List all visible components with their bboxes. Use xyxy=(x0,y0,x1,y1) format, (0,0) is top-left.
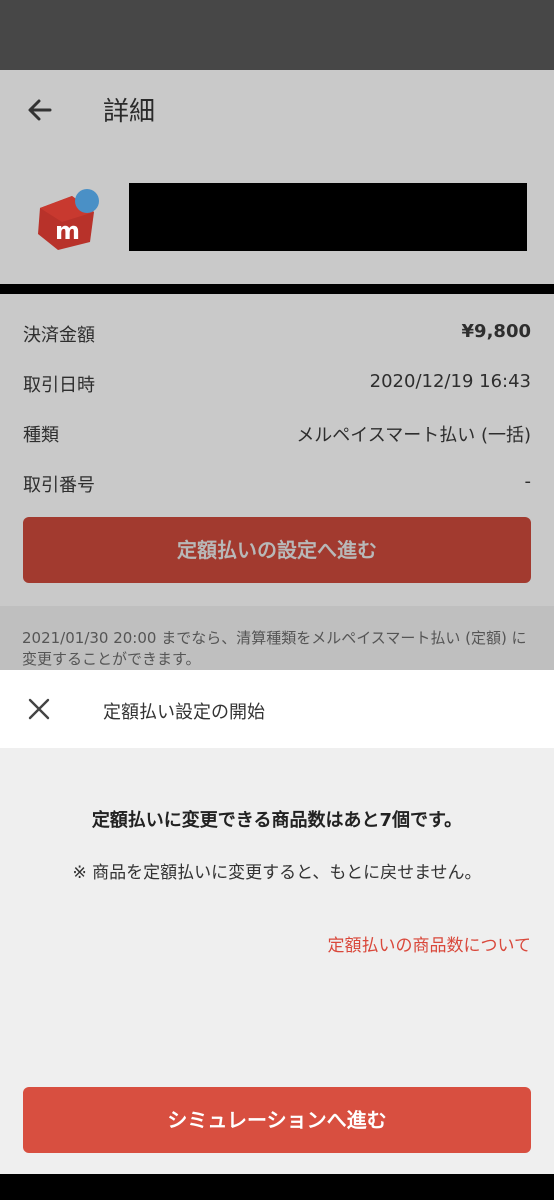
fixed-payment-settings-button[interactable]: 定額払いの設定へ進む xyxy=(23,517,531,583)
transaction-id-label: 取引番号 xyxy=(23,475,95,496)
navigation-bar xyxy=(0,1174,554,1200)
type-value: メルペイスマート払い (一括) xyxy=(296,425,531,446)
detail-row-datetime: 取引日時 2020/12/19 16:43 xyxy=(23,371,531,401)
change-deadline-notice: 2021/01/30 20:00 までなら、清算種類をメルペイスマート払い (定… xyxy=(0,606,554,670)
simulation-button[interactable]: シミュレーションへ進む xyxy=(23,1087,531,1153)
amount-label: 決済金額 xyxy=(23,325,95,346)
close-icon[interactable] xyxy=(27,697,51,721)
amount-value: ¥9,800 xyxy=(461,321,531,342)
page-title: 詳細 xyxy=(103,97,156,127)
detail-row-amount: 決済金額 ¥9,800 xyxy=(23,321,531,351)
transaction-details: 決済金額 ¥9,800 取引日時 2020/12/19 16:43 種類 メルペ… xyxy=(0,294,554,606)
mercari-logo-icon: m xyxy=(38,189,99,250)
transaction-id-value: - xyxy=(524,471,532,492)
item-count-info-link[interactable]: 定額払いの商品数について xyxy=(328,931,532,956)
sheet-title: 定額払い設定の開始 xyxy=(103,702,265,723)
type-label: 種類 xyxy=(23,425,59,446)
status-bar xyxy=(0,0,554,70)
detail-row-type: 種類 メルペイスマート払い (一括) xyxy=(23,421,531,451)
svg-text:m: m xyxy=(55,217,80,245)
bottom-sheet-body: 定額払いに変更できる商品数はあと7個です。 ※ 商品を定額払いに変更すると、もと… xyxy=(0,748,554,1174)
merchant-section: m xyxy=(0,150,554,284)
merchant-name-redacted xyxy=(129,183,527,251)
back-arrow-icon[interactable] xyxy=(24,94,56,126)
detail-row-transaction-id: 取引番号 - xyxy=(23,471,531,501)
app-bar: 詳細 xyxy=(0,70,554,151)
irreversible-warning: ※ 商品を定額払いに変更すると、もとに戻せません。 xyxy=(72,863,482,883)
notice-text: 2021/01/30 20:00 までなら、清算種類をメルペイスマート払い (定… xyxy=(22,629,527,668)
datetime-label: 取引日時 xyxy=(23,375,95,396)
bottom-sheet-header: 定額払い設定の開始 xyxy=(0,670,554,748)
remaining-items-headline: 定額払いに変更できる商品数はあと7個です。 xyxy=(91,810,463,831)
datetime-value: 2020/12/19 16:43 xyxy=(369,371,531,392)
